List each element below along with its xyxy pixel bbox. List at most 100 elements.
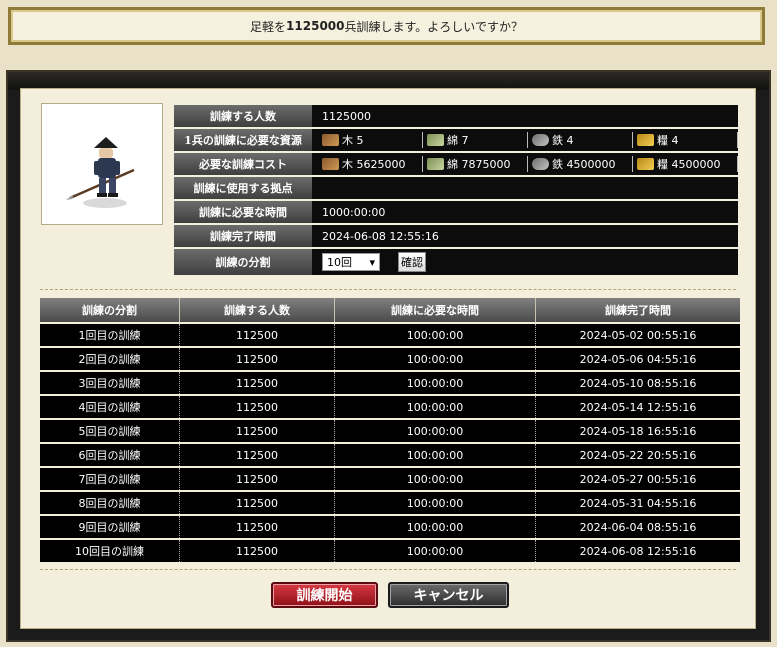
split-select[interactable]: 10回 ▾ — [322, 253, 380, 271]
cancel-button[interactable]: キャンセル — [388, 582, 509, 608]
cotton-icon — [427, 158, 444, 170]
resource-item: 鉄 4 — [532, 132, 633, 148]
schedule-cell: 2024-05-18 16:55:16 — [535, 418, 740, 443]
schedule-cell: 1回目の訓練 — [40, 322, 180, 347]
table-row: 7回目の訓練 112500 100:00:00 2024-05-27 00:55… — [40, 466, 740, 491]
schedule-header-cell: 訓練に必要な時間 — [334, 298, 536, 323]
info-label: 訓練に必要な時間 — [174, 200, 312, 225]
divider — [40, 569, 736, 570]
resource-item: 鉄 4500000 — [532, 156, 633, 172]
info-label: 訓練の分割 — [174, 248, 312, 277]
schedule-cell: 2024-05-31 04:55:16 — [535, 490, 740, 515]
resource-item: 糧 4 — [637, 132, 738, 148]
info-value-count: 1125000 — [312, 105, 738, 129]
schedule-cell: 3回目の訓練 — [40, 370, 180, 395]
schedule-cell: 112500 — [179, 322, 335, 347]
schedule-header-cell: 訓練する人数 — [179, 298, 335, 323]
schedule-cell: 2024-05-14 12:55:16 — [535, 394, 740, 419]
confirm-prefix: 足軽を — [250, 19, 287, 34]
schedule-cell: 112500 — [179, 538, 335, 562]
schedule-cell: 10回目の訓練 — [40, 538, 180, 562]
info-label: 1兵の訓練に必要な資源 — [174, 128, 312, 153]
schedule-cell: 100:00:00 — [334, 418, 536, 443]
table-row: 8回目の訓練 112500 100:00:00 2024-05-31 04:55… — [40, 490, 740, 515]
schedule-cell: 2024-05-02 00:55:16 — [535, 322, 740, 347]
schedule-cell: 100:00:00 — [334, 394, 536, 419]
schedule-cell: 100:00:00 — [334, 370, 536, 395]
schedule-cell: 2024-05-22 20:55:16 — [535, 442, 740, 467]
schedule-cell: 2024-05-06 04:55:16 — [535, 346, 740, 371]
schedule-table: 訓練の分割 訓練する人数 訓練に必要な時間 訓練完了時間 1回目の訓練 1125… — [40, 298, 740, 562]
wood-icon — [322, 158, 339, 170]
resource-item: 綿 7 — [427, 132, 528, 148]
schedule-cell: 100:00:00 — [334, 514, 536, 539]
table-row: 3回目の訓練 112500 100:00:00 2024-05-10 08:55… — [40, 370, 740, 395]
schedule-cell: 112500 — [179, 466, 335, 491]
split-confirm-button[interactable]: 確認 — [398, 252, 426, 272]
info-row-split: 訓練の分割 10回 ▾ 確認 — [174, 248, 738, 277]
split-select-value: 10回 — [327, 256, 352, 269]
table-row: 4回目の訓練 112500 100:00:00 2024-05-14 12:55… — [40, 394, 740, 419]
schedule-cell: 112500 — [179, 394, 335, 419]
info-row-per-unit: 1兵の訓練に必要な資源 木 5 綿 7 鉄 4 糧 4 — [174, 128, 738, 153]
schedule-cell: 100:00:00 — [334, 538, 536, 562]
schedule-cell: 112500 — [179, 442, 335, 467]
table-row: 9回目の訓練 112500 100:00:00 2024-06-04 08:55… — [40, 514, 740, 539]
schedule-header-cell: 訓練の分割 — [40, 298, 180, 323]
table-row: 6回目の訓練 112500 100:00:00 2024-05-22 20:55… — [40, 442, 740, 467]
schedule-cell: 2024-06-04 08:55:16 — [535, 514, 740, 539]
table-row: 2回目の訓練 112500 100:00:00 2024-05-06 04:55… — [40, 346, 740, 371]
schedule-cell: 2024-05-10 08:55:16 — [535, 370, 740, 395]
info-row-complete: 訓練完了時間 2024-06-08 12:55:16 — [174, 224, 738, 249]
schedule-cell: 112500 — [179, 418, 335, 443]
info-label: 訓練する人数 — [174, 105, 312, 129]
table-row: 10回目の訓練 112500 100:00:00 2024-06-08 12:5… — [40, 538, 740, 562]
info-label: 訓練完了時間 — [174, 224, 312, 249]
training-info-table: 訓練する人数 1125000 1兵の訓練に必要な資源 木 5 綿 7 鉄 4 糧… — [174, 105, 738, 277]
resource-item: 綿 7875000 — [427, 156, 528, 172]
confirm-suffix: 兵訓練します。よろしいですか？ — [344, 19, 523, 34]
ashigaru-soldier-icon — [66, 137, 135, 208]
info-value-complete: 2024-06-08 12:55:16 — [312, 224, 738, 249]
info-value-time: 1000:00:00 — [312, 200, 738, 225]
chevron-down-icon: ▾ — [369, 255, 375, 269]
info-row-count: 訓練する人数 1125000 — [174, 105, 738, 129]
schedule-cell: 4回目の訓練 — [40, 394, 180, 419]
schedule-cell: 100:00:00 — [334, 490, 536, 515]
info-row-time: 訓練に必要な時間 1000:00:00 — [174, 200, 738, 225]
schedule-cell: 8回目の訓練 — [40, 490, 180, 515]
schedule-header: 訓練の分割 訓練する人数 訓練に必要な時間 訓練完了時間 — [40, 298, 740, 323]
info-label: 必要な訓練コスト — [174, 152, 312, 177]
resource-item: 木 5625000 — [322, 156, 423, 172]
info-row-total-cost: 必要な訓練コスト 木 5625000 綿 7875000 鉄 4500000 糧… — [174, 152, 738, 177]
schedule-cell: 6回目の訓練 — [40, 442, 180, 467]
schedule-cell: 100:00:00 — [334, 322, 536, 347]
schedule-cell: 112500 — [179, 514, 335, 539]
iron-icon — [532, 134, 549, 146]
confirm-count: 1125000 — [286, 19, 345, 33]
schedule-header-cell: 訓練完了時間 — [535, 298, 740, 323]
schedule-cell: 9回目の訓練 — [40, 514, 180, 539]
schedule-cell: 5回目の訓練 — [40, 418, 180, 443]
schedule-cell: 112500 — [179, 346, 335, 371]
divider — [40, 289, 736, 290]
ashigaru-portrait — [41, 103, 163, 225]
confirm-message-bar: 足軽を 1125000 兵訓練します。よろしいですか？ — [8, 7, 765, 45]
schedule-cell: 100:00:00 — [334, 346, 536, 371]
start-training-button[interactable]: 訓練開始 — [271, 582, 378, 608]
training-panel: 訓練する人数 1125000 1兵の訓練に必要な資源 木 5 綿 7 鉄 4 糧… — [20, 88, 756, 629]
info-value-base — [312, 176, 738, 201]
schedule-cell: 7回目の訓練 — [40, 466, 180, 491]
schedule-cell: 100:00:00 — [334, 442, 536, 467]
info-row-base: 訓練に使用する拠点 — [174, 176, 738, 201]
food-icon — [637, 134, 654, 146]
schedule-cell: 100:00:00 — [334, 466, 536, 491]
total-cost-resources: 木 5625000 綿 7875000 鉄 4500000 糧 4500000 — [322, 153, 738, 175]
schedule-cell: 112500 — [179, 490, 335, 515]
schedule-cell: 2024-06-08 12:55:16 — [535, 538, 740, 562]
table-row: 5回目の訓練 112500 100:00:00 2024-05-18 16:55… — [40, 418, 740, 443]
iron-icon — [532, 158, 549, 170]
resource-item: 木 5 — [322, 132, 423, 148]
food-icon — [637, 158, 654, 170]
schedule-cell: 112500 — [179, 370, 335, 395]
